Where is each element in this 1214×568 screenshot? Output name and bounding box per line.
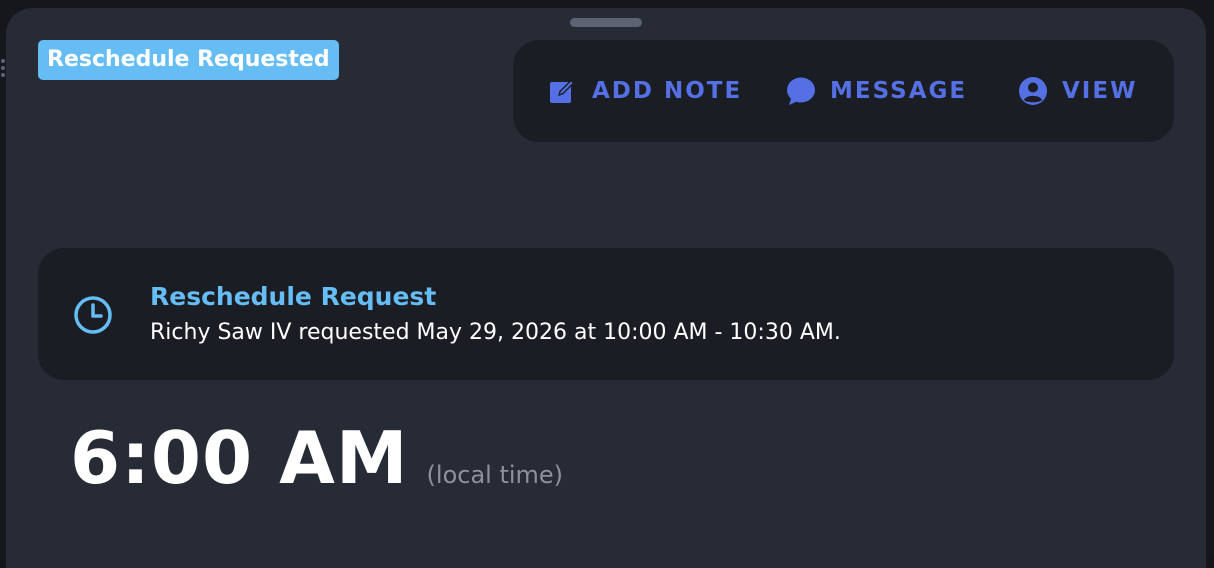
- sheet-drag-handle[interactable]: [570, 18, 642, 27]
- add-note-label: ADD NOTE: [592, 78, 743, 104]
- status-badge: Reschedule Requested: [38, 40, 339, 80]
- message-button[interactable]: MESSAGE: [786, 40, 967, 142]
- action-bar: ADD NOTE MESSAGE VIEW: [513, 40, 1174, 142]
- view-profile-button[interactable]: VIEW: [1018, 40, 1137, 142]
- local-time-note: (local time): [426, 461, 564, 489]
- reschedule-request-title: Reschedule Request: [150, 282, 437, 311]
- appointment-bottom-sheet: Reschedule Requested ADD NOTE MESSAGE VI…: [6, 8, 1206, 568]
- view-label: VIEW: [1062, 78, 1138, 104]
- reschedule-request-text: Richy Saw IV requested May 29, 2026 at 1…: [150, 320, 841, 345]
- appointment-time-row: 6:00 AM (local time): [70, 416, 563, 500]
- clock-icon: [72, 294, 114, 336]
- chat-bubble-icon: [786, 76, 816, 106]
- add-note-button[interactable]: ADD NOTE: [548, 40, 742, 142]
- message-label: MESSAGE: [830, 78, 968, 104]
- user-circle-icon: [1018, 76, 1048, 106]
- appointment-time: 6:00 AM: [70, 416, 409, 500]
- reschedule-request-card: Reschedule Request Richy Saw IV requeste…: [38, 248, 1174, 380]
- edit-note-icon: [548, 76, 578, 106]
